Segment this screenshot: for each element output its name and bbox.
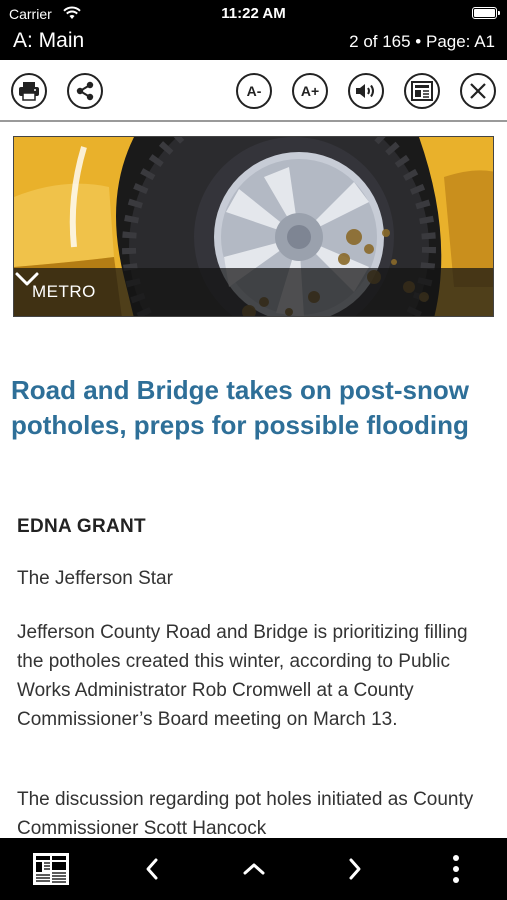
section-title[interactable]: A: Main (13, 29, 84, 53)
pages-button[interactable] (22, 838, 80, 900)
article-view-button[interactable] (404, 73, 440, 109)
print-icon (19, 82, 39, 101)
speaker-icon (356, 84, 374, 98)
status-bar: Carrier 11:22 AM (0, 0, 507, 28)
font-increase-icon: A+ (300, 83, 320, 99)
previous-button[interactable] (126, 838, 178, 900)
close-button[interactable] (460, 73, 496, 109)
previous-icon (146, 858, 158, 880)
print-button[interactable] (11, 73, 47, 109)
font-decrease-icon: A- (246, 83, 262, 99)
chevron-down-icon[interactable] (14, 268, 40, 290)
article-headline: Road and Bridge takes on post-snow potho… (11, 375, 469, 440)
close-icon (470, 83, 486, 99)
article-toolbar: A- A+ (0, 60, 507, 122)
category-bar[interactable]: METRO (14, 268, 493, 316)
article-hero-image: METRO (13, 136, 494, 317)
read-aloud-button[interactable] (348, 73, 384, 109)
share-button[interactable] (67, 73, 103, 109)
article-view-icon (411, 81, 433, 101)
up-button[interactable] (228, 838, 280, 900)
share-icon (76, 81, 94, 101)
font-increase-button[interactable]: A+ (292, 73, 328, 109)
battery-icon (472, 7, 500, 19)
article-author: EDNA GRANT (17, 516, 146, 537)
article-paragraph: The discussion regarding pot holes initi… (17, 789, 474, 839)
next-icon (349, 858, 361, 880)
up-icon (243, 863, 265, 875)
more-button[interactable] (436, 838, 476, 900)
top-bar: Carrier 11:22 AM A: Main 2 of 165 • Page… (0, 0, 507, 60)
article-publication: The Jefferson Star (17, 568, 173, 589)
more-icon (453, 855, 459, 883)
article-paragraph: Jefferson County Road and Bridge is prio… (17, 622, 468, 730)
pages-grid-icon (33, 853, 69, 885)
category-label: METRO (32, 282, 96, 301)
page-info: 2 of 165 • Page: A1 (349, 32, 495, 51)
next-button[interactable] (329, 838, 381, 900)
status-time: 11:22 AM (221, 5, 286, 22)
bottom-navigation (0, 838, 507, 900)
font-decrease-button[interactable]: A- (236, 73, 272, 109)
